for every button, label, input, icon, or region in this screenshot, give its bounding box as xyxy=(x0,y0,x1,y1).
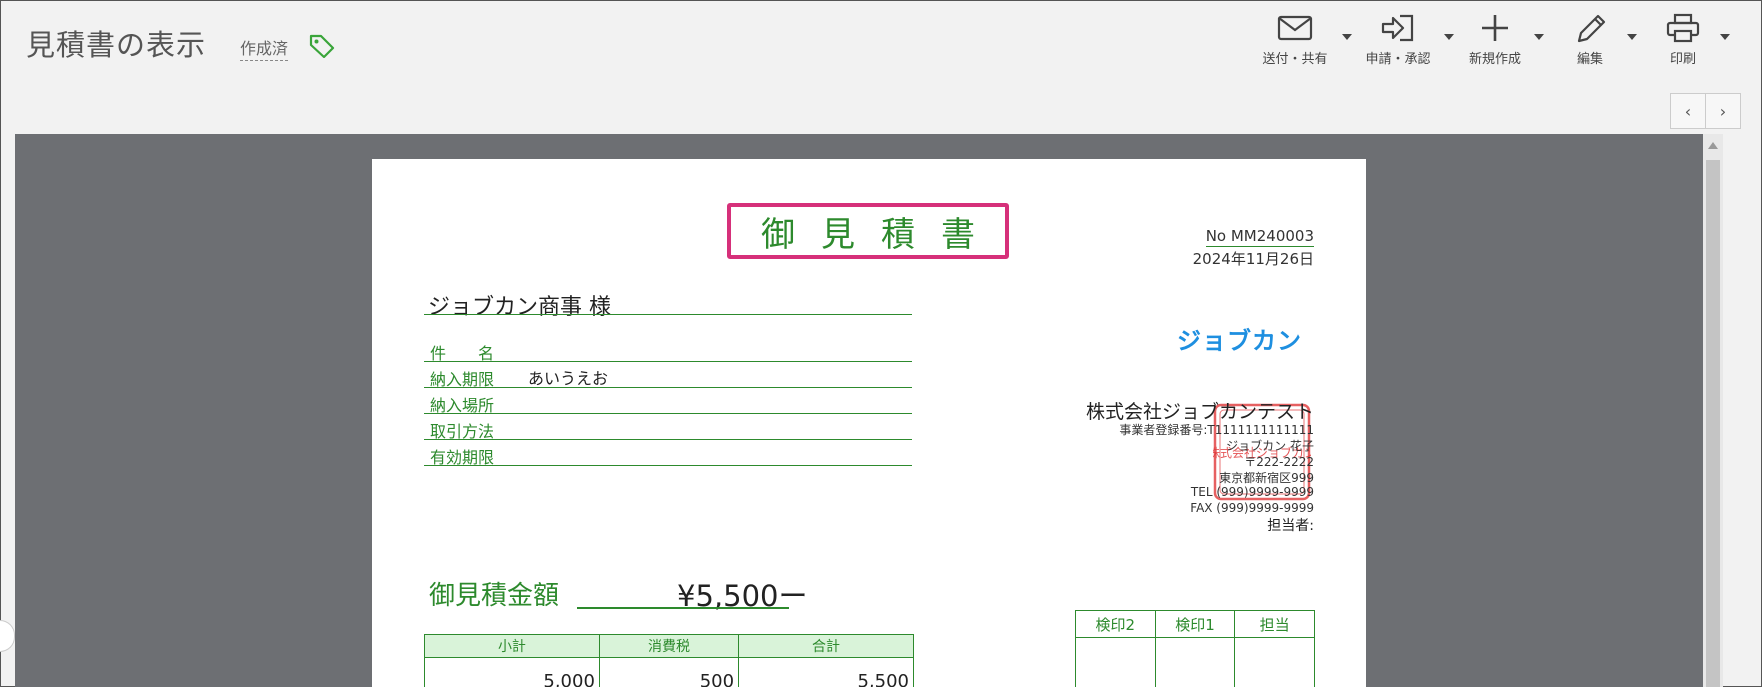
customer-name: ジョブカン商事 様 xyxy=(428,295,611,320)
send-share-button[interactable]: 送付・共有 xyxy=(1258,12,1332,67)
estimate-sheet: 御見積書 No MM240003 2024年11月26日 ジョブカン商事 様 件… xyxy=(372,159,1366,687)
scroll-up-arrow[interactable] xyxy=(1708,142,1718,149)
field-label: 納入期限 xyxy=(430,370,495,389)
company-logo: ジョブカン xyxy=(1177,327,1302,355)
stamp-header: 担当 xyxy=(1234,610,1315,638)
new-create-button[interactable]: 新規作成 xyxy=(1465,12,1525,67)
field-label: 取引方法 xyxy=(430,422,495,441)
approval-stamps-table: 検印2 検印1 担当 xyxy=(1075,610,1315,687)
print-button[interactable]: 印刷 xyxy=(1661,12,1705,67)
edit-dropdown[interactable] xyxy=(1627,34,1637,40)
prev-page-button[interactable]: ‹ xyxy=(1670,93,1706,129)
scrollbar[interactable] xyxy=(1703,134,1723,687)
field-row: 件 名 xyxy=(424,336,912,363)
tax-value: 500 xyxy=(598,657,740,687)
field-row: 取引方法 xyxy=(424,414,912,441)
tag-icon[interactable] xyxy=(308,32,336,58)
field-label: 納入場所 xyxy=(430,396,495,415)
tax-header: 消費税 xyxy=(598,634,740,658)
person-in-charge: 担当者: xyxy=(1267,518,1314,534)
stamp-box xyxy=(1234,637,1315,687)
total-header: 合計 xyxy=(738,634,914,658)
plus-icon xyxy=(1482,15,1508,41)
print-dropdown[interactable] xyxy=(1720,34,1730,40)
apply-approve-button[interactable]: 申請・承認 xyxy=(1361,12,1435,67)
next-page-button[interactable]: › xyxy=(1705,93,1741,129)
stamp-header: 検印1 xyxy=(1154,610,1236,638)
address: 東京都新宿区999 xyxy=(1219,471,1314,485)
apply-approve-label: 申請・承認 xyxy=(1365,52,1431,67)
envelope-icon xyxy=(1277,15,1313,41)
field-label: 件 名 xyxy=(430,344,495,363)
field-row: 有効期限 xyxy=(424,440,912,467)
page-title: 見積書の表示 xyxy=(26,28,207,62)
stamp-box xyxy=(1075,637,1156,687)
document-date: 2024年11月26日 xyxy=(1192,250,1314,268)
new-create-label: 新規作成 xyxy=(1468,52,1521,67)
status-badge[interactable]: 作成済 xyxy=(240,35,289,61)
side-panel-handle[interactable] xyxy=(0,620,15,652)
print-label: 印刷 xyxy=(1669,52,1696,67)
stamp-header: 検印2 xyxy=(1075,610,1156,638)
send-share-dropdown[interactable] xyxy=(1342,34,1352,40)
send-share-label: 送付・共有 xyxy=(1262,52,1328,67)
document-number: No MM240003 xyxy=(1205,227,1314,247)
document-viewer: 御見積書 No MM240003 2024年11月26日 ジョブカン商事 様 件… xyxy=(15,134,1723,687)
phone: TEL (999)9999-9999 xyxy=(1190,485,1314,499)
field-row: 納入期限 あいうえお xyxy=(424,362,912,389)
field-label: 有効期限 xyxy=(430,448,495,467)
field-value: あいうえお xyxy=(528,369,609,388)
field-row: 納入場所 xyxy=(424,388,912,415)
scroll-thumb[interactable] xyxy=(1706,160,1720,687)
customer-underline xyxy=(424,314,912,315)
totals-table: 小計 消費税 合計 5,000 500 5,500 xyxy=(424,634,914,687)
fax: FAX (999)9999-9999 xyxy=(1190,501,1314,515)
amount-underline xyxy=(577,607,789,609)
apply-approve-dropdown[interactable] xyxy=(1444,34,1454,40)
amount-label: 御見積金額 xyxy=(429,581,560,611)
edit-label: 編集 xyxy=(1576,52,1603,67)
printer-icon xyxy=(1666,13,1700,43)
new-create-dropdown[interactable] xyxy=(1534,34,1544,40)
subtotal-header: 小計 xyxy=(424,634,600,658)
sign-in-icon xyxy=(1381,14,1414,42)
pencil-icon xyxy=(1577,14,1606,43)
postal-code: 〒222-2222 xyxy=(1244,455,1314,469)
total-value: 5,500 xyxy=(738,657,914,687)
subtotal-value: 5,000 xyxy=(424,657,600,687)
document-title: 御見積書 xyxy=(727,203,1009,259)
company-name: 株式会社ジョブカンテスト xyxy=(1085,401,1314,423)
stamp-box xyxy=(1154,637,1236,687)
edit-button[interactable]: 編集 xyxy=(1568,12,1612,67)
contact-person: ジョブカン 花子 xyxy=(1226,439,1314,453)
registration-number: 事業者登録番号:T1111111111111 xyxy=(1119,423,1314,437)
